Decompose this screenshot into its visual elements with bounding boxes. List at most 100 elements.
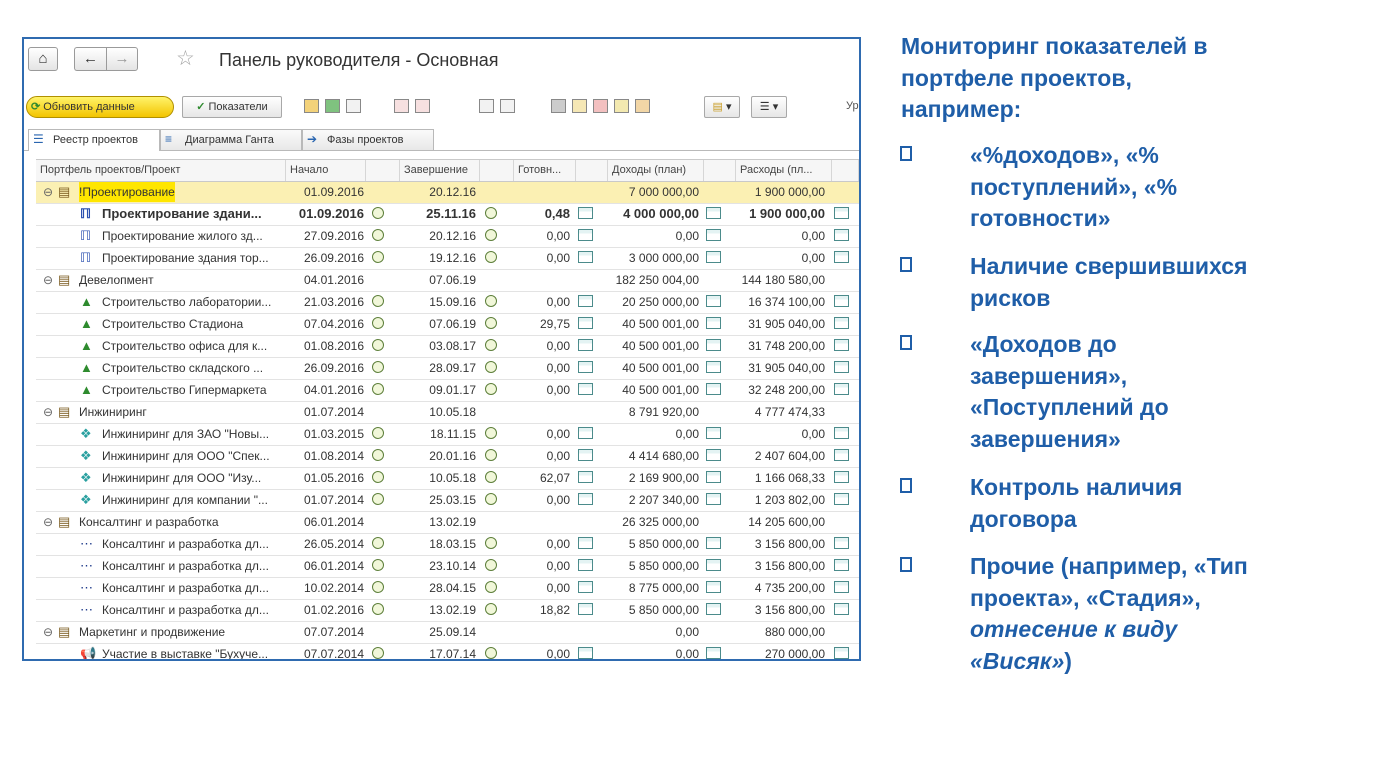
clock-icon[interactable]	[372, 581, 384, 593]
spreadsheet-icon[interactable]	[578, 207, 593, 219]
spreadsheet-icon[interactable]	[706, 493, 721, 505]
back-button[interactable]: ←	[74, 47, 106, 71]
project-row[interactable]: ▲ Строительство Гипермаркета 04.01.2016 09.…	[36, 380, 859, 402]
spreadsheet-icon[interactable]	[834, 317, 849, 329]
copy-icon[interactable]	[551, 99, 566, 113]
clock-icon[interactable]	[372, 647, 384, 659]
spreadsheet-icon[interactable]	[706, 295, 721, 307]
clock-icon[interactable]	[485, 449, 497, 461]
green-doc-icon[interactable]	[325, 99, 340, 113]
spreadsheet-icon[interactable]	[834, 295, 849, 307]
project-row[interactable]: ▲ Строительство офиса для к... 01.08.2016 0…	[36, 336, 859, 358]
clock-icon[interactable]	[372, 427, 384, 439]
spreadsheet-icon[interactable]	[834, 339, 849, 351]
project-row[interactable]: ⋯ Консалтинг и разработка дл... 06.01.2014…	[36, 556, 859, 578]
collapse-toggle-icon[interactable]: ⊖	[43, 182, 55, 202]
edit-icon[interactable]	[479, 99, 494, 113]
clock-icon[interactable]	[372, 559, 384, 571]
clock-icon[interactable]	[485, 383, 497, 395]
clock-icon[interactable]	[485, 295, 497, 307]
spreadsheet-icon[interactable]	[834, 449, 849, 461]
spreadsheet-icon[interactable]	[834, 647, 849, 659]
spreadsheet-icon[interactable]	[834, 229, 849, 241]
spreadsheet-icon[interactable]	[706, 449, 721, 461]
project-row[interactable]: ▲ Строительство Стадиона 07.04.2016 07.06.1…	[36, 314, 859, 336]
clock-icon[interactable]	[485, 251, 497, 263]
spreadsheet-icon[interactable]	[706, 559, 721, 571]
column-header-expense[interactable]: Расходы (пл...	[736, 160, 832, 181]
clock-icon[interactable]	[485, 207, 497, 219]
clock-icon[interactable]	[372, 295, 384, 307]
collapse-toggle-icon[interactable]: ⊖	[43, 270, 55, 290]
spreadsheet-icon[interactable]	[706, 581, 721, 593]
refresh-data-button[interactable]: ⟳ Обновить данные	[26, 96, 174, 118]
clock-icon[interactable]	[372, 471, 384, 483]
collapse-toggle-icon[interactable]: ⊖	[43, 402, 55, 422]
spreadsheet-icon[interactable]	[578, 471, 593, 483]
indicators-button[interactable]: ✓ Показатели	[182, 96, 282, 118]
spreadsheet-icon[interactable]	[578, 427, 593, 439]
spreadsheet-icon[interactable]	[834, 251, 849, 263]
tab-project-registry[interactable]: ☰ Реестр проектов	[28, 129, 160, 151]
clock-icon[interactable]	[485, 559, 497, 571]
folder-menu-button[interactable]: ▤ ▾	[704, 96, 740, 118]
project-row[interactable]: 📢 Участие в выставке "Бухуче... 07.07.2014…	[36, 644, 859, 659]
portfolio-group-row[interactable]: ⊖ ▤ Инжиниринг 01.07.2014 10.05.18 8 791 920,…	[36, 402, 859, 424]
clock-icon[interactable]	[485, 317, 497, 329]
sort-doc-icon[interactable]	[415, 99, 430, 113]
spreadsheet-icon[interactable]	[706, 229, 721, 241]
portfolio-group-row[interactable]: ⊖ ▤ Маркетинг и продвижение 07.07.2014 25.09…	[36, 622, 859, 644]
spreadsheet-icon[interactable]	[834, 383, 849, 395]
project-row[interactable]: ❖ Инжиниринг для ООО "Спек... 01.08.2014 20…	[36, 446, 859, 468]
project-row[interactable]: ℿ Проектирование здания тор... 26.09.2016 1…	[36, 248, 859, 270]
project-row[interactable]: ▲ Строительство лаборатории... 21.03.2016 1…	[36, 292, 859, 314]
clock-icon[interactable]	[372, 317, 384, 329]
spreadsheet-icon[interactable]	[578, 449, 593, 461]
spreadsheet-icon[interactable]	[706, 251, 721, 263]
portfolio-group-row[interactable]: ⊖ ▤ !Проектирование 01.09.2016 20.12.16 7 000…	[36, 182, 859, 204]
project-row[interactable]: ⋯ Консалтинг и разработка дл... 01.02.2016…	[36, 600, 859, 622]
project-row[interactable]: ℿ Проектирование жилого зд... 27.09.2016 20…	[36, 226, 859, 248]
spreadsheet-icon[interactable]	[834, 361, 849, 373]
spreadsheet-icon[interactable]	[578, 339, 593, 351]
clock-icon[interactable]	[485, 471, 497, 483]
spreadsheet-icon[interactable]	[578, 251, 593, 263]
spreadsheet-icon[interactable]	[578, 493, 593, 505]
spreadsheet-icon[interactable]	[706, 317, 721, 329]
spreadsheet-icon[interactable]	[578, 361, 593, 373]
column-header-name[interactable]: Портфель проектов/Проект	[36, 160, 286, 181]
spreadsheet-icon[interactable]	[834, 581, 849, 593]
spreadsheet-icon[interactable]	[834, 537, 849, 549]
spreadsheet-icon[interactable]	[834, 207, 849, 219]
spreadsheet-icon[interactable]	[706, 603, 721, 615]
spreadsheet-icon[interactable]	[578, 229, 593, 241]
spreadsheet-icon[interactable]	[578, 295, 593, 307]
spreadsheet-icon[interactable]	[834, 493, 849, 505]
clock-icon[interactable]	[485, 647, 497, 659]
spreadsheet-icon[interactable]	[706, 537, 721, 549]
table-icon[interactable]	[572, 99, 587, 113]
spreadsheet-icon[interactable]	[706, 647, 721, 659]
clock-icon[interactable]	[372, 361, 384, 373]
project-row[interactable]: ⋯ Консалтинг и разработка дл... 26.05.2014…	[36, 534, 859, 556]
flag-icon[interactable]	[593, 99, 608, 113]
spreadsheet-icon[interactable]	[578, 559, 593, 571]
project-row[interactable]: ▲ Строительство складского ... 26.09.2016 2…	[36, 358, 859, 380]
list-menu-button[interactable]: ☰ ▾	[751, 96, 787, 118]
collapse-toggle-icon[interactable]: ⊖	[43, 512, 55, 532]
project-row[interactable]: ⋯ Консалтинг и разработка дл... 10.02.2014…	[36, 578, 859, 600]
list-doc-icon[interactable]	[346, 99, 361, 113]
spreadsheet-icon[interactable]	[706, 471, 721, 483]
gantt-icon[interactable]	[635, 99, 650, 113]
clock-icon[interactable]	[485, 361, 497, 373]
spreadsheet-icon[interactable]	[834, 471, 849, 483]
column-header-income[interactable]: Доходы (план)	[608, 160, 704, 181]
portfolio-group-row[interactable]: ⊖ ▤ Консалтинг и разработка 06.01.2014 13.02…	[36, 512, 859, 534]
clock-icon[interactable]	[485, 493, 497, 505]
clock-icon[interactable]	[372, 207, 384, 219]
clock-icon[interactable]	[372, 603, 384, 615]
spreadsheet-icon[interactable]	[578, 383, 593, 395]
spreadsheet-icon[interactable]	[578, 603, 593, 615]
tab-project-phases[interactable]: ➔ Фазы проектов	[302, 129, 434, 150]
clock-icon[interactable]	[372, 449, 384, 461]
